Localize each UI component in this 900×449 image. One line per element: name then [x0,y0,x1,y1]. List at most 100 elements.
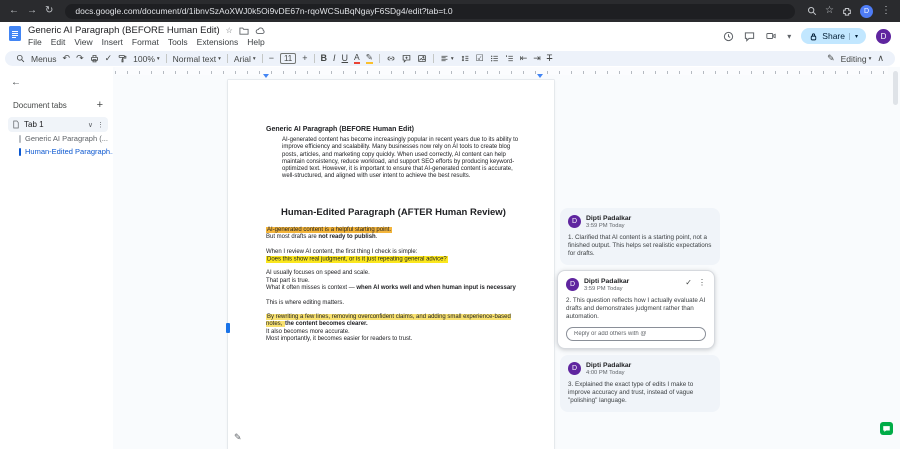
chat-icon[interactable] [880,422,893,435]
font-size-field[interactable]: 11 [279,53,297,64]
menu-edit[interactable]: Edit [51,37,66,47]
decrease-indent-icon[interactable]: ⇤ [520,54,528,63]
right-indent-marker[interactable] [537,74,543,78]
address-bar[interactable]: docs.google.com/document/d/1ibnvSzAoXWJ0… [65,3,796,19]
editing-mode-select[interactable]: Editing ▾ [841,54,872,64]
line-spacing-icon[interactable] [460,54,470,63]
font-chevron-icon: ▾ [252,55,256,62]
avatar: D [568,215,581,228]
menu-file[interactable]: File [28,37,42,47]
version-history-icon[interactable] [723,31,734,42]
zoom-select[interactable]: 100% ▾ [133,54,160,64]
vertical-scrollbar[interactable] [893,71,898,445]
doc-line-3: When I review AI content, the first thin… [266,248,418,255]
doc-line-7: What it often misses is context — when A… [266,285,526,292]
menu-format[interactable]: Format [132,37,159,47]
browser-menu-icon[interactable]: ⋮ [881,6,891,16]
extensions-puzzle-icon[interactable] [842,6,852,16]
collapse-menus-icon[interactable]: ∧ [877,54,884,63]
hide-tabs-button[interactable]: ← [8,74,24,90]
editor-toolbar: Menus ↶ ↷ ✓ 100% ▾ Normal text ▾ Arial ▾… [5,51,895,66]
text-color-icon[interactable]: A [354,53,360,64]
font-family-value: Arial [233,53,251,64]
outline-item-human-edited[interactable]: Human-Edited Paragraph... [19,145,116,158]
print-icon[interactable] [90,54,99,63]
increase-font-icon[interactable]: + [302,54,307,63]
increase-indent-icon[interactable]: ⇥ [533,54,541,63]
doc-paragraph-ai: AI-generated content has become increasi… [282,137,519,180]
clear-formatting-icon[interactable]: T [547,54,553,63]
comment-card[interactable]: D Dipti Padalkar 3:59 PM Today 1. Clarif… [560,208,720,265]
search-icon[interactable] [807,6,817,16]
highlighted-sentence-2[interactable]: Does this show real judgment, or is it j… [266,255,448,263]
decrease-font-icon[interactable]: − [269,54,274,63]
comment-text: 3. Explained the exact type of edits I m… [568,381,694,405]
bold-icon[interactable]: B [321,54,328,63]
italic-icon[interactable]: I [333,54,336,63]
comment-card-active[interactable]: D Dipti Padalkar 3:59 PM Today ✓ ⋮ 2. Th… [557,270,715,349]
reply-input[interactable] [566,326,706,341]
comment-actions: ✓ ⋮ [685,278,706,287]
bookmark-star-icon[interactable]: ☆ [825,6,834,16]
tab-menu-icon[interactable]: ⋮ [97,121,104,129]
document-page[interactable]: Generic AI Paragraph (BEFORE Human Edit)… [228,80,554,449]
insert-image-icon[interactable] [417,54,427,63]
tab-doc-icon [12,120,20,129]
font-family-select[interactable]: Arial ▾ [234,54,256,64]
scrollbar-thumb[interactable] [893,71,898,105]
browser-profile-avatar[interactable]: D [860,4,873,18]
reload-icon[interactable]: ↻ [45,6,53,16]
paragraph-style-select[interactable]: Normal text ▾ [173,54,221,64]
redo-icon[interactable]: ↷ [76,54,84,63]
back-arrow-icon: ← [11,76,21,88]
menu-insert[interactable]: Insert [102,37,123,47]
open-comments-icon[interactable] [744,31,755,42]
move-folder-icon[interactable] [239,26,249,35]
doc-line-2b: not ready to publish [318,234,376,241]
document-title[interactable]: Generic AI Paragraph (BEFORE Human Edit) [28,25,220,36]
account-avatar[interactable]: D [876,28,891,44]
align-select[interactable]: ▾ [440,54,454,63]
share-chevron-icon[interactable]: ▾ [848,32,858,40]
add-tab-icon[interactable]: + [97,99,103,111]
underline-icon[interactable]: U [342,54,349,63]
numbered-list-icon[interactable] [505,54,514,63]
cloud-status-icon[interactable] [255,26,266,35]
forward-icon[interactable]: → [27,6,37,16]
back-icon[interactable]: ← [9,6,19,16]
meet-video-icon[interactable] [765,31,777,41]
menus-button[interactable]: Menus [31,54,57,64]
comment-card[interactable]: D Dipti Padalkar 4:00 PM Today 3. Explai… [560,355,720,412]
resolve-check-icon[interactable]: ✓ [685,278,692,287]
share-button[interactable]: Share ▾ [801,28,866,44]
pen-tool-icon[interactable]: ✎ [234,432,242,443]
comment-timestamp: 3:59 PM Today [586,223,625,230]
insert-link-icon[interactable] [386,54,396,63]
menu-help[interactable]: Help [247,37,264,47]
menu-view[interactable]: View [74,37,92,47]
avatar: D [568,362,581,375]
meet-chevron-icon[interactable]: ▾ [787,32,791,41]
bulleted-list-icon[interactable] [490,54,499,63]
comment-menu-icon[interactable]: ⋮ [698,278,706,287]
tab-item[interactable]: Tab 1 ∨ ⋮ [8,117,108,132]
toolbar-search-icon[interactable] [16,54,25,63]
undo-icon[interactable]: ↶ [63,54,71,63]
toolbar-divider [378,54,380,63]
left-indent-marker[interactable] [263,74,269,78]
menu-tools[interactable]: Tools [168,37,188,47]
highlighted-sentence-1[interactable]: AI-generated content is a helpful starti… [266,226,393,233]
highlight-color-icon[interactable]: ✎ [365,53,373,64]
horizontal-ruler[interactable] [115,67,888,78]
tab-expand-chevron-icon[interactable]: ∨ [88,121,93,129]
doc-line-9: By rewriting a few lines, removing overc… [266,314,526,329]
star-icon[interactable]: ☆ [226,26,233,35]
docs-logo-icon[interactable] [9,26,21,46]
add-comment-icon[interactable] [402,54,411,63]
checklist-icon[interactable]: ☑ [476,54,484,63]
spellcheck-icon[interactable]: ✓ [105,54,113,63]
menu-extensions[interactable]: Extensions [197,37,239,47]
paint-format-icon[interactable] [118,54,127,63]
outline-item-generic[interactable]: Generic AI Paragraph (... [19,132,113,145]
